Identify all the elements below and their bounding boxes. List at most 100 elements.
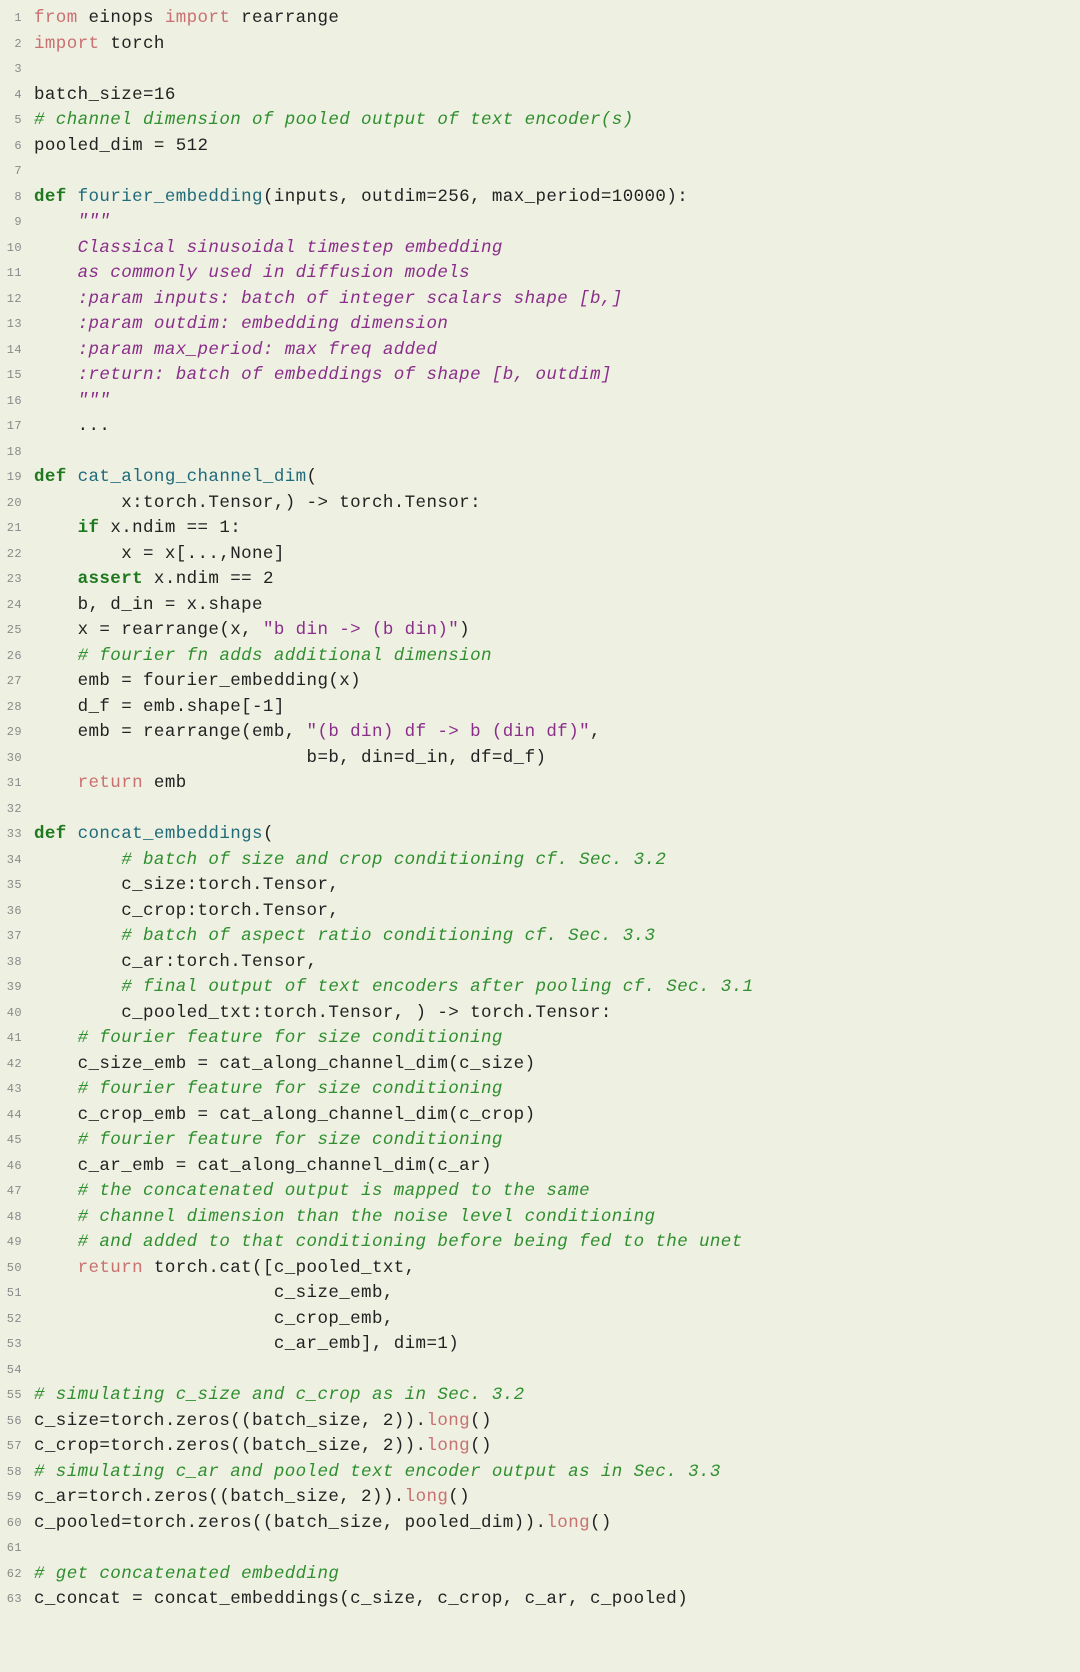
line-number: 28 (6, 695, 34, 721)
line-number: 36 (6, 899, 34, 925)
code-line: 48 # channel dimension than the noise le… (6, 1205, 754, 1231)
code-content: d_f = emb.shape[-1] (34, 695, 754, 721)
code-token: torch.cat([c_pooled_txt, (154, 1258, 416, 1278)
code-content (34, 159, 754, 185)
code-token: emb = rearrange(emb, (34, 722, 307, 742)
code-content: :return: batch of embeddings of shape [b… (34, 363, 754, 389)
code-content: def cat_along_channel_dim( (34, 465, 754, 491)
line-number: 48 (6, 1205, 34, 1231)
code-token: # simulating c_ar and pooled text encode… (34, 1462, 721, 1482)
code-token: # final output of text encoders after po… (34, 977, 754, 997)
code-content: :param outdim: embedding dimension (34, 312, 754, 338)
code-line: 31 return emb (6, 771, 754, 797)
code-listing: 1from einops import rearrange2import tor… (6, 6, 754, 1613)
code-line: 5# channel dimension of pooled output of… (6, 108, 754, 134)
code-token: long (546, 1513, 590, 1533)
line-number: 50 (6, 1256, 34, 1282)
code-content: # channel dimension than the noise level… (34, 1205, 754, 1231)
line-number: 11 (6, 261, 34, 287)
line-number: 21 (6, 516, 34, 542)
code-line: 50 return torch.cat([c_pooled_txt, (6, 1256, 754, 1282)
code-content: c_ar=torch.zeros((batch_size, 2)).long() (34, 1485, 754, 1511)
line-number: 12 (6, 287, 34, 313)
code-content: c_crop_emb, (34, 1307, 754, 1333)
code-content: c_size=torch.zeros((batch_size, 2)).long… (34, 1409, 754, 1435)
code-content: c_size_emb = cat_along_channel_dim(c_siz… (34, 1052, 754, 1078)
code-token: from (34, 8, 89, 28)
line-number: 25 (6, 618, 34, 644)
code-content: if x.ndim == 1: (34, 516, 754, 542)
code-token: # channel dimension of pooled output of … (34, 110, 634, 130)
code-token: c_crop_emb = cat_along_channel_dim(c_cro… (34, 1105, 535, 1125)
code-content: b=b, din=d_in, df=d_f) (34, 746, 754, 772)
line-number: 59 (6, 1485, 34, 1511)
code-token: c_ar:torch.Tensor, (34, 952, 317, 972)
code-line: 44 c_crop_emb = cat_along_channel_dim(c_… (6, 1103, 754, 1129)
code-content (34, 797, 754, 823)
code-content: :param inputs: batch of integer scalars … (34, 287, 754, 313)
code-content: return emb (34, 771, 754, 797)
code-token: , (590, 722, 601, 742)
code-content: import torch (34, 32, 754, 58)
line-number: 7 (6, 159, 34, 185)
code-line: 47 # the concatenated output is mapped t… (6, 1179, 754, 1205)
code-line: 45 # fourier feature for size conditioni… (6, 1128, 754, 1154)
code-token: c_size:torch.Tensor, (34, 875, 339, 895)
code-line: 34 # batch of size and crop conditioning… (6, 848, 754, 874)
code-line: 12 :param inputs: batch of integer scala… (6, 287, 754, 313)
code-token: # and added to that conditioning before … (34, 1232, 743, 1252)
code-line: 20 x:torch.Tensor,) -> torch.Tensor: (6, 491, 754, 517)
line-number: 34 (6, 848, 34, 874)
code-line: 54 (6, 1358, 754, 1384)
code-token: c_crop=torch.zeros((batch_size, 2)). (34, 1436, 426, 1456)
code-token: x.ndim == 1: (110, 518, 241, 538)
code-content: c_pooled_txt:torch.Tensor, ) -> torch.Te… (34, 1001, 754, 1027)
code-content: # fourier feature for size conditioning (34, 1026, 754, 1052)
line-number: 32 (6, 797, 34, 823)
code-token: # batch of aspect ratio conditioning cf.… (34, 926, 655, 946)
code-token: pooled_dim = 512 (34, 136, 208, 156)
code-line: 35 c_size:torch.Tensor, (6, 873, 754, 899)
code-content: # fourier fn adds additional dimension (34, 644, 754, 670)
code-line: 2import torch (6, 32, 754, 58)
code-token: () (590, 1513, 612, 1533)
code-token: x = x[...,None] (34, 544, 285, 564)
code-token: # fourier fn adds additional dimension (34, 646, 492, 666)
code-token: c_ar=torch.zeros((batch_size, 2)). (34, 1487, 405, 1507)
code-content: # simulating c_size and c_crop as in Sec… (34, 1383, 754, 1409)
line-number: 53 (6, 1332, 34, 1358)
code-content: x:torch.Tensor,) -> torch.Tensor: (34, 491, 754, 517)
code-token: x:torch.Tensor,) -> torch.Tensor: (34, 493, 481, 513)
line-number: 49 (6, 1230, 34, 1256)
line-number: 38 (6, 950, 34, 976)
code-token: # fourier feature for size conditioning (34, 1130, 503, 1150)
code-token: long (426, 1436, 470, 1456)
code-line: 17 ... (6, 414, 754, 440)
code-line: 49 # and added to that conditioning befo… (6, 1230, 754, 1256)
line-number: 47 (6, 1179, 34, 1205)
code-token: long (426, 1411, 470, 1431)
code-content: x = rearrange(x, "b din -> (b din)") (34, 618, 754, 644)
line-number: 14 (6, 338, 34, 364)
code-token: :return: batch of embeddings of shape [b… (34, 365, 612, 385)
code-line: 23 assert x.ndim == 2 (6, 567, 754, 593)
code-content: # fourier feature for size conditioning (34, 1128, 754, 1154)
line-number: 18 (6, 440, 34, 466)
code-line: 43 # fourier feature for size conditioni… (6, 1077, 754, 1103)
line-number: 3 (6, 57, 34, 83)
code-line: 51 c_size_emb, (6, 1281, 754, 1307)
code-token: # simulating c_size and c_crop as in Sec… (34, 1385, 525, 1405)
code-line: 6pooled_dim = 512 (6, 134, 754, 160)
code-content (34, 57, 754, 83)
code-content (34, 1536, 754, 1562)
line-number: 39 (6, 975, 34, 1001)
code-token: "(b din) df -> b (din df)" (307, 722, 590, 742)
line-number: 20 (6, 491, 34, 517)
code-token: """ (34, 212, 110, 232)
line-number: 9 (6, 210, 34, 236)
line-number: 56 (6, 1409, 34, 1435)
code-token: # channel dimension than the noise level… (34, 1207, 655, 1227)
code-token: import (165, 8, 241, 28)
code-line: 36 c_crop:torch.Tensor, (6, 899, 754, 925)
line-number: 55 (6, 1383, 34, 1409)
